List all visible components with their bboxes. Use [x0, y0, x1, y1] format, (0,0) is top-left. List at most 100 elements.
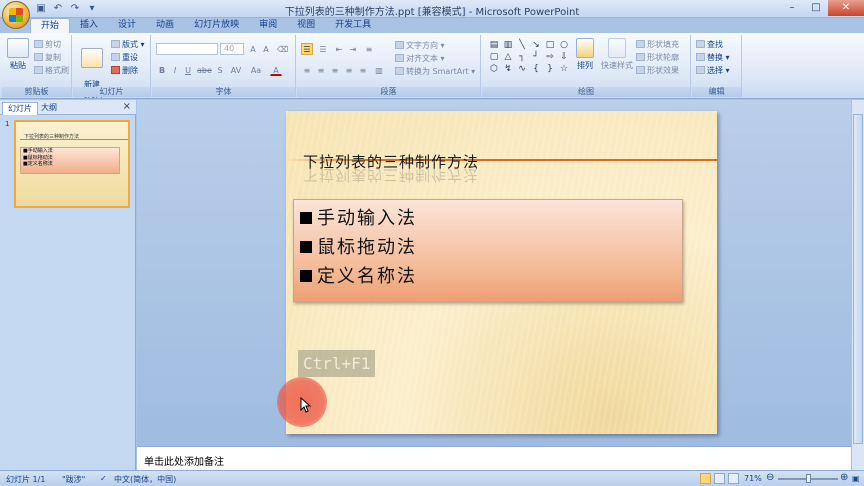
- text-direction-icon: [395, 41, 404, 49]
- brace-right-shape-icon[interactable]: }: [544, 64, 556, 75]
- bold-button[interactable]: B: [156, 64, 168, 76]
- lightning-shape-icon[interactable]: ↯: [502, 64, 514, 75]
- justify-icon[interactable]: ≡: [343, 64, 355, 76]
- arrow-line-shape-icon[interactable]: ↘: [530, 40, 542, 51]
- zoom-in-icon[interactable]: ⊕: [840, 472, 848, 483]
- text-direction-button[interactable]: 文字方向 ▾: [395, 40, 445, 51]
- rounded-rect-shape-icon[interactable]: ▢: [488, 52, 500, 63]
- bullets-icon[interactable]: ☰: [301, 43, 313, 55]
- layout-button[interactable]: 版式 ▾: [111, 39, 145, 50]
- bullet-item: 手动输入法: [300, 204, 417, 230]
- oval-shape-icon[interactable]: ○: [558, 40, 570, 51]
- font-color-button[interactable]: A: [270, 64, 282, 76]
- select-button[interactable]: 选择 ▾: [696, 65, 730, 76]
- right-arrow-shape-icon[interactable]: ⇨: [544, 52, 556, 63]
- zoom-out-icon[interactable]: ⊖: [766, 472, 774, 483]
- tab-view[interactable]: 视图: [287, 18, 325, 34]
- strikethrough-button[interactable]: abe: [196, 64, 212, 76]
- vertical-scrollbar[interactable]: [851, 100, 864, 470]
- change-case-button[interactable]: Aa: [248, 64, 264, 76]
- underline-button[interactable]: U: [182, 64, 194, 76]
- slideshow-view-button[interactable]: [728, 473, 739, 484]
- tab-home[interactable]: 开始: [30, 18, 71, 34]
- numbering-icon[interactable]: ☰: [317, 43, 329, 55]
- elbow-shape-icon[interactable]: ┐: [516, 52, 528, 63]
- align-left-icon[interactable]: ≡: [301, 64, 313, 76]
- rect-shape-icon[interactable]: □: [544, 40, 556, 51]
- zoom-slider-handle[interactable]: [806, 474, 811, 483]
- slide-sorter-button[interactable]: [714, 473, 725, 484]
- content-textbox[interactable]: 手动输入法 鼠标拖动法 定义名称法: [293, 199, 683, 302]
- font-name-combo[interactable]: [156, 43, 218, 55]
- textbox-shape-icon[interactable]: ▤: [488, 40, 500, 51]
- italic-button[interactable]: I: [169, 64, 181, 76]
- tab-slides[interactable]: 幻灯片: [2, 102, 38, 115]
- grow-font-icon[interactable]: A: [247, 43, 259, 55]
- shapes-gallery[interactable]: ▤ ▥ ╲ ↘ □ ○ ▢ △ ┐ ┘ ⇨ ⇩ ⬡ ↯ ∿{} ☆: [488, 40, 570, 75]
- tab-developer[interactable]: 开发工具: [325, 18, 381, 34]
- paragraph-group-label: 段落: [297, 87, 480, 97]
- theme-name[interactable]: "跋涉": [62, 474, 85, 485]
- bullet-item: 鼠标拖动法: [300, 233, 417, 259]
- slide-thumbnail[interactable]: 下拉列表的三种制作方法 ■手动输入法 ■鼠标拖动法 ■定义名称法: [14, 120, 130, 208]
- zoom-level[interactable]: 71%: [744, 474, 762, 483]
- spellcheck-icon[interactable]: ✓: [100, 474, 107, 483]
- tab-slideshow[interactable]: 幻灯片放映: [184, 18, 249, 34]
- slide-canvas[interactable]: 下拉列表的三种制作方法 下拉列表的三种制作方法 手动输入法 鼠标拖动法 定义名称…: [286, 111, 717, 434]
- fit-window-icon[interactable]: ▣: [852, 474, 860, 483]
- align-center-icon[interactable]: ≡: [315, 64, 327, 76]
- tab-insert[interactable]: 插入: [70, 18, 108, 34]
- brace-left-shape-icon[interactable]: {: [530, 64, 542, 75]
- notes-pane[interactable]: 单击此处添加备注: [137, 446, 851, 470]
- tab-design[interactable]: 设计: [108, 18, 146, 34]
- cut-button[interactable]: 剪切: [34, 39, 61, 50]
- distribute-icon[interactable]: ≡: [357, 64, 369, 76]
- star-shape-icon[interactable]: ☆: [558, 64, 570, 75]
- vtext-shape-icon[interactable]: ▥: [502, 40, 514, 51]
- panel-tabs: 幻灯片 大纲 ×: [0, 100, 136, 115]
- format-painter-button[interactable]: 格式刷: [34, 65, 69, 76]
- shrink-font-icon[interactable]: A: [260, 43, 272, 55]
- paste-button[interactable]: 粘贴: [5, 38, 31, 71]
- drawing-group: ▤ ▥ ╲ ↘ □ ○ ▢ △ ┐ ┘ ⇨ ⇩ ⬡ ↯ ∿{} ☆ 排列 快速样式 形状填充 形状轮廓 形…: [482, 35, 691, 97]
- align-right-icon[interactable]: ≡: [329, 64, 341, 76]
- line-spacing-icon[interactable]: ≡: [363, 43, 375, 55]
- align-text-button[interactable]: 对齐文本 ▾: [395, 53, 445, 64]
- reset-button[interactable]: 重设: [111, 52, 138, 63]
- line-shape-icon[interactable]: ╲: [516, 40, 528, 51]
- tab-outline[interactable]: 大纲: [36, 102, 62, 115]
- decrease-indent-icon[interactable]: ⇤: [333, 43, 345, 55]
- char-spacing-button[interactable]: AV: [228, 64, 244, 76]
- font-size-combo[interactable]: 40: [220, 43, 244, 55]
- normal-view-button[interactable]: [700, 473, 711, 484]
- curve-shape-icon[interactable]: ∿: [516, 64, 528, 75]
- smartart-button[interactable]: 转换为 SmartArt ▾: [395, 66, 475, 77]
- minimize-button[interactable]: –: [780, 0, 804, 16]
- connector-shape-icon[interactable]: ┘: [530, 52, 542, 63]
- replace-button[interactable]: 替换 ▾: [696, 52, 730, 63]
- increase-indent-icon[interactable]: ⇥: [347, 43, 359, 55]
- quick-styles-button[interactable]: 快速样式: [600, 38, 634, 71]
- triangle-shape-icon[interactable]: △: [502, 52, 514, 63]
- shape-effects-button[interactable]: 形状效果: [636, 65, 679, 76]
- panel-close-icon[interactable]: ×: [123, 101, 131, 112]
- columns-icon[interactable]: ▥: [373, 64, 385, 76]
- tab-animation[interactable]: 动画: [146, 18, 184, 34]
- tab-review[interactable]: 审阅: [249, 18, 287, 34]
- clear-format-icon[interactable]: ⌫: [276, 43, 288, 55]
- copy-button[interactable]: 复制: [34, 52, 61, 63]
- language-status[interactable]: 中文(简体，中国): [114, 474, 176, 485]
- shadow-button[interactable]: S: [214, 64, 226, 76]
- delete-button[interactable]: 删除: [111, 65, 138, 76]
- maximize-button[interactable]: □: [804, 0, 828, 16]
- bullet-square-icon: [300, 270, 312, 282]
- scrollbar-thumb[interactable]: [853, 114, 863, 444]
- arrange-button[interactable]: 排列: [574, 38, 596, 71]
- down-arrow-shape-icon[interactable]: ⇩: [558, 52, 570, 63]
- shape-fill-button[interactable]: 形状填充: [636, 39, 679, 50]
- shape-outline-button[interactable]: 形状轮廓: [636, 52, 679, 63]
- close-button[interactable]: ✕: [828, 0, 864, 16]
- office-button[interactable]: [2, 1, 30, 29]
- hexagon-shape-icon[interactable]: ⬡: [488, 64, 500, 75]
- find-button[interactable]: 查找: [696, 39, 723, 50]
